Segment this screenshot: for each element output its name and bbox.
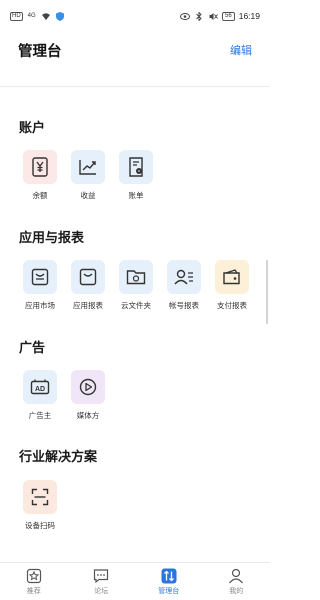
eye-icon xyxy=(180,11,191,21)
signal-icon: 4G xyxy=(27,13,36,19)
tile-label: 广告主 xyxy=(28,411,52,420)
tile-device-scan[interactable]: 设备扫码 xyxy=(18,480,62,531)
tile-label: 收益 xyxy=(80,191,96,200)
app-market-icon xyxy=(23,260,57,294)
tile-label: 媒体方 xyxy=(76,411,100,420)
page-title: 管理台 xyxy=(18,43,62,60)
tile-media[interactable]: 媒体方 xyxy=(66,370,110,421)
tile-app-market[interactable]: 应用市场 xyxy=(18,260,62,311)
tile-label: 支付报表 xyxy=(217,301,247,310)
tile-cloud-folder[interactable]: 云文件夹 xyxy=(114,260,158,311)
section-title: 行业解决方案 xyxy=(19,449,98,464)
payment-report-icon xyxy=(215,260,249,294)
tile-label: 余额 xyxy=(32,191,48,200)
star-icon xyxy=(25,567,43,585)
scrollbar[interactable] xyxy=(266,260,268,324)
earnings-icon xyxy=(71,150,105,184)
wifi-icon xyxy=(41,11,51,21)
tab-recommend[interactable]: 推荐 xyxy=(0,563,68,600)
mute-icon xyxy=(208,11,218,21)
media-icon xyxy=(71,370,105,404)
tile-label: 应用报表 xyxy=(73,301,103,310)
svg-text:AD: AD xyxy=(35,386,45,393)
shield-icon xyxy=(55,11,65,21)
battery-indicator: 56 xyxy=(222,11,235,21)
tab-console[interactable]: 管理台 xyxy=(135,563,203,600)
status-right: 56 16:19 xyxy=(180,11,260,21)
section-title: 应用与报表 xyxy=(19,230,85,245)
page-header: 管理台 编辑 xyxy=(0,32,270,68)
tile-balance[interactable]: 余额 xyxy=(18,150,62,201)
tile-app-report[interactable]: 应用报表 xyxy=(66,260,110,311)
status-left: HD 4G xyxy=(10,11,65,21)
tile-label: 云文件夹 xyxy=(121,301,151,310)
tab-label: 我的 xyxy=(229,588,244,595)
tab-label: 管理台 xyxy=(158,588,180,595)
tile-account-report[interactable]: 帐号报表 xyxy=(162,260,206,311)
tile-bill[interactable]: 账单 xyxy=(114,150,158,201)
tab-label: 推荐 xyxy=(26,588,41,595)
person-icon xyxy=(227,567,245,585)
tab-mine[interactable]: 我的 xyxy=(203,563,271,600)
clock: 16:19 xyxy=(238,11,260,21)
section-title: 账户 xyxy=(19,120,46,135)
tile-label: 设备扫码 xyxy=(25,521,55,530)
bluetooth-icon xyxy=(194,11,204,21)
tile-label: 账单 xyxy=(128,191,144,200)
sort-icon xyxy=(160,567,178,585)
balance-icon xyxy=(23,150,57,184)
section-title: 广告 xyxy=(19,340,46,355)
tab-forum[interactable]: 论坛 xyxy=(68,563,136,600)
device-scan-icon xyxy=(23,480,57,514)
tile-label: 应用市场 xyxy=(25,301,55,310)
tile-advertiser[interactable]: AD 广告主 xyxy=(18,370,62,421)
network-badge: HD xyxy=(10,11,23,21)
bottom-tab-bar: 推荐 论坛 管理台 我的 xyxy=(0,562,270,600)
edit-button[interactable]: 编辑 xyxy=(230,42,252,58)
advertiser-icon: AD xyxy=(23,370,57,404)
tile-payment-report[interactable]: 支付报表 xyxy=(210,260,254,311)
tile-label: 帐号报表 xyxy=(169,301,199,310)
bill-icon xyxy=(119,150,153,184)
main-content[interactable]: 账户 余额 收益 账单 应用与报表 应用市场 应用报表 云文件夹 帐号报表 支付… xyxy=(0,90,270,562)
status-bar: HD 4G 56 16:19 xyxy=(0,0,270,32)
tab-label: 论坛 xyxy=(94,588,109,595)
cloud-folder-icon xyxy=(119,260,153,294)
header-divider xyxy=(0,86,270,87)
account-report-icon xyxy=(167,260,201,294)
tile-earnings[interactable]: 收益 xyxy=(66,150,110,201)
chat-icon xyxy=(92,567,110,585)
app-report-icon xyxy=(71,260,105,294)
